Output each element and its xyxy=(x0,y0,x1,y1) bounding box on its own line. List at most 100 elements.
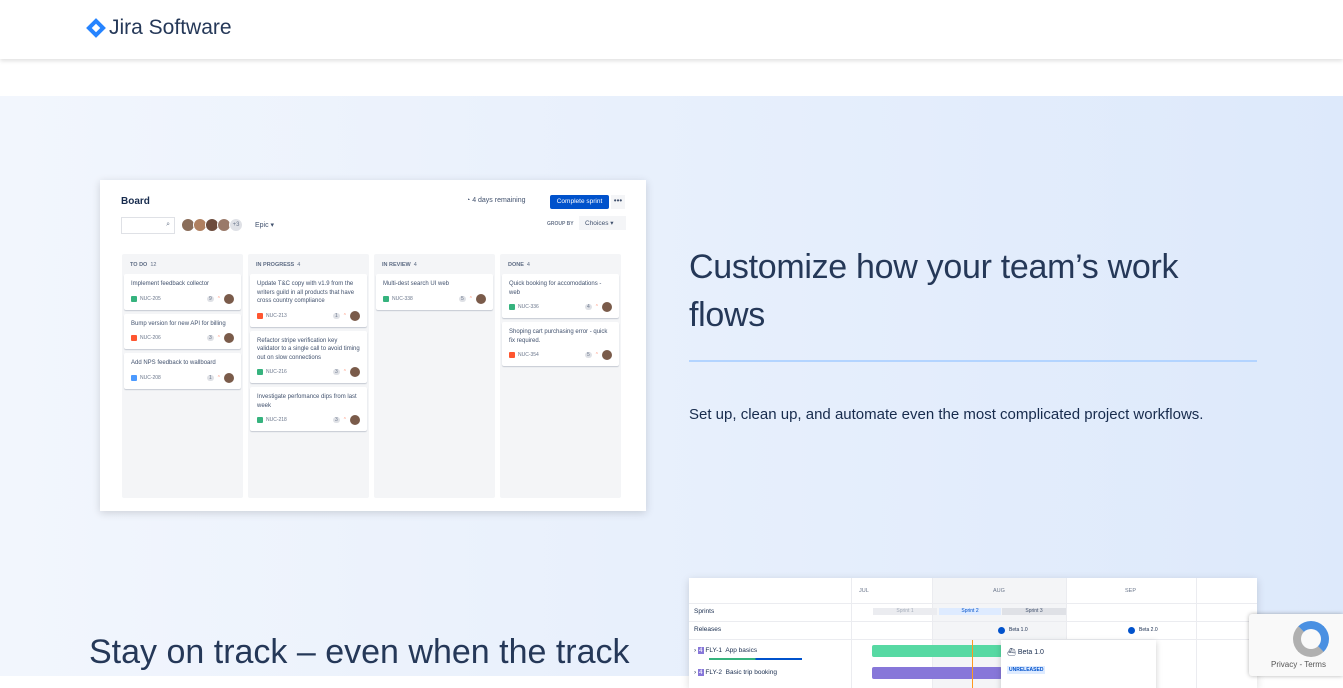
board-column: TO DO 12 Implement feedback collector NUC-… xyxy=(122,254,243,498)
issue-title: Update T&C copy with v1.9 from the write… xyxy=(257,281,355,304)
issue-card: Add NPS feedback to wallboard NUC-208 1 ⌃ xyxy=(124,353,241,389)
issue-card: Quick booking for accomodations - web NU… xyxy=(502,274,619,318)
priority-icon: ⌃ xyxy=(216,335,221,341)
story-icon xyxy=(383,295,389,302)
jira-logo[interactable]: Jira Software xyxy=(86,16,232,40)
story-points: 1 xyxy=(333,312,340,319)
issue-title: Refactor stripe verification key validat… xyxy=(257,337,360,361)
issue-key: NUC-206 xyxy=(140,335,161,341)
story-points: 5 xyxy=(459,295,466,302)
issue-title: Implement feedback collector xyxy=(131,281,210,287)
avatar-group: +3 xyxy=(181,218,243,232)
board-screenshot: Board ⌕ +3 Epic ▾ ◔ 4 days remaining Com… xyxy=(100,180,646,511)
issue-key: NUC-218 xyxy=(266,417,287,423)
priority-icon: ⌃ xyxy=(342,312,347,319)
column-header: IN PROGRESS 4 xyxy=(248,254,369,274)
choices-select: Choices ▾ xyxy=(579,216,626,230)
issue-key: NUC-338 xyxy=(392,295,413,302)
popover-title: ⛴ Beta 1.0 xyxy=(1007,649,1044,656)
column-name: TO DO xyxy=(130,262,148,268)
story-points: 3 xyxy=(207,335,214,341)
brand-name: Jira Software xyxy=(109,16,232,39)
priority-icon: ⌃ xyxy=(342,369,347,375)
more-icon: ••• xyxy=(611,195,625,209)
epic-name: App basics xyxy=(725,647,758,654)
release-marker xyxy=(1128,627,1135,634)
priority-icon: ⌃ xyxy=(594,352,599,358)
assignee-avatar xyxy=(350,310,360,321)
issue-card: Multi-dest search UI web NUC-338 5 ⌃ xyxy=(376,274,493,310)
release-popover: ⛴ Beta 1.0 UNRELEASED xyxy=(1001,640,1156,688)
recaptcha-icon xyxy=(1293,621,1329,657)
assignee-avatar xyxy=(476,293,486,304)
issue-title: Bump version for new API for billing xyxy=(131,320,226,327)
issue-card: Refactor stripe verification key validat… xyxy=(250,330,367,383)
today-marker xyxy=(972,640,973,688)
issue-key: NUC-205 xyxy=(140,295,161,302)
issue-key: NUC-213 xyxy=(266,312,287,319)
issue-title: Add NPS feedback to wallboard xyxy=(131,360,216,366)
epic-row: › 4 FLY-1 App basics xyxy=(694,647,758,654)
issue-card: Investigate perfomance dips from last we… xyxy=(250,387,367,431)
epic-bar xyxy=(872,645,1002,657)
complete-sprint-button: Complete sprint xyxy=(550,195,609,209)
row-label: Sprints xyxy=(694,608,715,615)
popover-title-text: Beta 1.0 xyxy=(1017,649,1044,656)
column-name: IN REVIEW xyxy=(382,262,411,268)
release-label: Beta 2.0 xyxy=(1139,627,1158,633)
month-label: AUG xyxy=(993,588,1005,594)
priority-icon: ⌃ xyxy=(468,295,473,302)
section-body: Set up, clean up, and automate even the … xyxy=(689,406,1204,423)
assignee-avatar xyxy=(350,367,360,377)
board-column: DONE 4 Quick booking for accomodations - w… xyxy=(500,254,621,498)
priority-icon: ⌃ xyxy=(216,295,221,302)
release-marker xyxy=(998,627,1005,634)
assignee-avatar xyxy=(224,293,234,304)
column-count: 12 xyxy=(150,262,157,268)
avatars-more: +3 xyxy=(229,218,243,232)
story-points: 3 xyxy=(333,417,340,423)
epic-bar xyxy=(872,667,1002,679)
epic-name: Basic trip booking xyxy=(725,669,777,676)
epic-filter: Epic ▾ xyxy=(255,222,275,229)
section-heading: Customize how your team’s work flows xyxy=(689,248,1179,334)
priority-icon: ⌃ xyxy=(216,374,221,381)
release-label: Beta 1.0 xyxy=(1009,627,1028,633)
issue-card: Update T&C copy with v1.9 from the write… xyxy=(250,274,367,327)
epic-key: FLY-2 xyxy=(705,669,723,676)
board-column: IN REVIEW 4 Multi-dest search UI web NUC-3… xyxy=(374,254,495,498)
column-name: IN PROGRESS xyxy=(256,262,295,268)
column-count: 4 xyxy=(526,262,530,268)
story-icon xyxy=(257,369,263,375)
issue-title: Multi-dest search UI web xyxy=(383,281,450,287)
assignee-avatar xyxy=(224,372,234,383)
assignee-avatar xyxy=(224,333,234,343)
story-icon xyxy=(257,417,263,423)
site-header: Jira Software xyxy=(0,0,1343,59)
epic-row: › 4 FLY-2 Basic trip booking xyxy=(694,669,777,676)
story-icon xyxy=(509,304,515,310)
story-points: 9 xyxy=(207,295,214,302)
column-header: DONE 4 xyxy=(500,254,621,274)
sprint-bar: Sprint 1 xyxy=(873,608,937,615)
assignee-avatar xyxy=(602,350,612,360)
status-badge: UNRELEASED xyxy=(1007,666,1046,674)
issue-card: Shoping cart purchasing error - quick fi… xyxy=(502,322,619,366)
epic-key: FLY-1 xyxy=(705,647,723,654)
recaptcha-links[interactable]: Privacy - Terms xyxy=(1271,660,1326,669)
recaptcha-badge[interactable]: Privacy - Terms xyxy=(1249,614,1343,676)
issue-card: Bump version for new API for billing NUC… xyxy=(124,313,241,349)
bug-icon xyxy=(131,335,137,341)
issue-key: NUC-354 xyxy=(518,352,539,358)
timeline-screenshot: JUL AUG SEP Sprints Releases Sprint 1 Sp… xyxy=(689,578,1257,688)
story-points: 3 xyxy=(333,369,340,375)
story-points: 5 xyxy=(585,352,592,358)
days-remaining: ◔ 4 days remaining xyxy=(466,197,526,204)
assignee-avatar xyxy=(350,415,360,425)
priority-icon: ⌃ xyxy=(342,417,347,423)
column-header: IN REVIEW 4 xyxy=(374,254,495,274)
story-icon xyxy=(131,295,137,302)
group-by-label: GROUP BY xyxy=(547,221,574,227)
issue-title: Shoping cart purchasing error - quick fi… xyxy=(509,329,608,344)
bug-icon xyxy=(257,312,263,319)
